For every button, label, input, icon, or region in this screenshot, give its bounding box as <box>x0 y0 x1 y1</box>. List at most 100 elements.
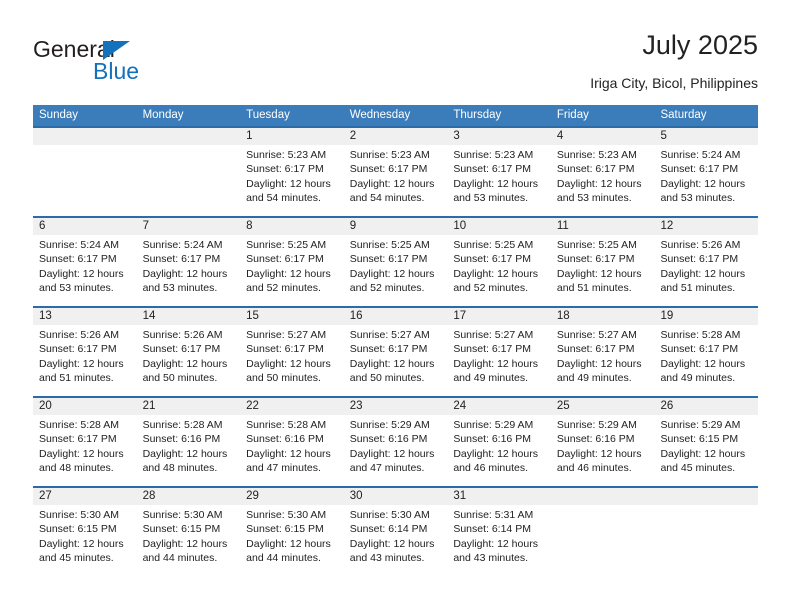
day-number[interactable]: 27 <box>33 488 137 505</box>
day-cell[interactable]: Sunrise: 5:29 AM Sunset: 6:16 PM Dayligh… <box>447 415 551 486</box>
daylight-text-line1: Daylight: 12 hours <box>556 357 642 370</box>
day-number[interactable]: 1 <box>240 128 344 145</box>
day-cell[interactable]: Sunrise: 5:30 AM Sunset: 6:14 PM Dayligh… <box>344 505 448 576</box>
day-cell[interactable]: Sunrise: 5:29 AM Sunset: 6:16 PM Dayligh… <box>344 415 448 486</box>
day-cell[interactable] <box>137 145 241 216</box>
day-number[interactable]: 6 <box>33 218 137 235</box>
day-number[interactable] <box>33 128 137 145</box>
day-number[interactable]: 3 <box>447 128 551 145</box>
day-number[interactable]: 13 <box>33 308 137 325</box>
day-number[interactable]: 19 <box>654 308 758 325</box>
day-number[interactable]: 10 <box>447 218 551 235</box>
day-number[interactable]: 15 <box>240 308 344 325</box>
day-cell[interactable]: Sunrise: 5:29 AM Sunset: 6:15 PM Dayligh… <box>654 415 758 486</box>
day-cell[interactable]: Sunrise: 5:29 AM Sunset: 6:16 PM Dayligh… <box>551 415 655 486</box>
day-cell[interactable]: Sunrise: 5:25 AM Sunset: 6:17 PM Dayligh… <box>240 235 344 306</box>
day-cell[interactable]: Sunrise: 5:24 AM Sunset: 6:17 PM Dayligh… <box>33 235 137 306</box>
day-number[interactable]: 18 <box>551 308 655 325</box>
day-number[interactable]: 17 <box>447 308 551 325</box>
day-cell[interactable]: Sunrise: 5:31 AM Sunset: 6:14 PM Dayligh… <box>447 505 551 576</box>
sunrise-text: Sunrise: 5:28 AM <box>246 419 327 431</box>
weekday-header-monday: Monday <box>142 109 184 121</box>
week-detail-band: Sunrise: 5:26 AM Sunset: 6:17 PM Dayligh… <box>33 325 758 396</box>
day-cell[interactable]: Sunrise: 5:23 AM Sunset: 6:17 PM Dayligh… <box>447 145 551 216</box>
day-number[interactable]: 8 <box>240 218 344 235</box>
daylight-text-line2: and 49 minutes. <box>453 372 529 385</box>
day-cell[interactable]: Sunrise: 5:27 AM Sunset: 6:17 PM Dayligh… <box>447 325 551 396</box>
day-cell[interactable]: Sunrise: 5:25 AM Sunset: 6:17 PM Dayligh… <box>447 235 551 306</box>
day-cell[interactable]: Sunrise: 5:25 AM Sunset: 6:17 PM Dayligh… <box>344 235 448 306</box>
day-number[interactable]: 20 <box>33 398 137 415</box>
day-number[interactable]: 5 <box>654 128 758 145</box>
general-blue-logo[interactable]: General Blue <box>33 36 213 92</box>
day-cell[interactable]: Sunrise: 5:26 AM Sunset: 6:17 PM Dayligh… <box>137 325 241 396</box>
daylight-text-line2: and 51 minutes. <box>39 372 114 385</box>
week-date-band: 1 2 3 4 5 <box>33 128 758 145</box>
day-number[interactable]: 4 <box>551 128 655 145</box>
day-number[interactable]: 7 <box>137 218 241 235</box>
day-number[interactable]: 25 <box>551 398 655 415</box>
day-number[interactable]: 30 <box>344 488 448 505</box>
daylight-text-line2: and 47 minutes. <box>349 462 425 475</box>
day-cell[interactable]: Sunrise: 5:27 AM Sunset: 6:17 PM Dayligh… <box>551 325 655 396</box>
daylight-text-line1: Daylight: 12 hours <box>660 357 746 370</box>
day-number[interactable]: 11 <box>551 218 655 235</box>
page-subtitle-location: Iriga City, Bicol, Philippines <box>590 75 758 91</box>
sunset-text: Sunset: 6:17 PM <box>660 163 739 176</box>
weekday-header-sunday: Sunday <box>39 109 79 121</box>
sunrise-text: Sunrise: 5:31 AM <box>453 509 534 521</box>
day-cell[interactable]: Sunrise: 5:24 AM Sunset: 6:17 PM Dayligh… <box>137 235 241 306</box>
day-cell[interactable]: Sunrise: 5:24 AM Sunset: 6:17 PM Dayligh… <box>654 145 758 216</box>
day-number[interactable]: 23 <box>344 398 448 415</box>
day-number[interactable]: 29 <box>240 488 344 505</box>
day-number[interactable]: 26 <box>654 398 758 415</box>
daylight-text-line2: and 47 minutes. <box>246 462 321 475</box>
day-cell[interactable]: Sunrise: 5:28 AM Sunset: 6:17 PM Dayligh… <box>654 325 758 396</box>
day-number[interactable]: 28 <box>137 488 241 505</box>
daylight-text-line1: Daylight: 12 hours <box>556 447 642 460</box>
day-cell[interactable]: Sunrise: 5:23 AM Sunset: 6:17 PM Dayligh… <box>344 145 448 216</box>
day-cell[interactable]: Sunrise: 5:30 AM Sunset: 6:15 PM Dayligh… <box>33 505 137 576</box>
day-cell[interactable]: Sunrise: 5:30 AM Sunset: 6:15 PM Dayligh… <box>240 505 344 576</box>
day-number[interactable]: 2 <box>344 128 448 145</box>
day-number[interactable] <box>654 488 758 505</box>
calendar-grid: Sunday Monday Tuesday Wednesday Thursday… <box>33 105 758 576</box>
sunrise-text: Sunrise: 5:23 AM <box>246 149 327 161</box>
day-cell[interactable]: Sunrise: 5:28 AM Sunset: 6:16 PM Dayligh… <box>240 415 344 486</box>
day-number[interactable]: 31 <box>447 488 551 505</box>
sunrise-text: Sunrise: 5:25 AM <box>556 239 637 251</box>
day-number[interactable]: 14 <box>137 308 241 325</box>
day-cell[interactable]: Sunrise: 5:26 AM Sunset: 6:17 PM Dayligh… <box>654 235 758 306</box>
day-number[interactable]: 16 <box>344 308 448 325</box>
day-number[interactable]: 12 <box>654 218 758 235</box>
day-number[interactable] <box>551 488 655 505</box>
daylight-text-line1: Daylight: 12 hours <box>246 177 331 190</box>
daylight-text-line1: Daylight: 12 hours <box>142 537 228 550</box>
day-cell[interactable] <box>551 505 655 576</box>
day-cell[interactable]: Sunrise: 5:23 AM Sunset: 6:17 PM Dayligh… <box>240 145 344 216</box>
day-number[interactable]: 21 <box>137 398 241 415</box>
daylight-text-line1: Daylight: 12 hours <box>349 177 435 190</box>
day-number[interactable]: 9 <box>344 218 448 235</box>
day-cell[interactable]: Sunrise: 5:28 AM Sunset: 6:17 PM Dayligh… <box>33 415 137 486</box>
day-cell[interactable]: Sunrise: 5:23 AM Sunset: 6:17 PM Dayligh… <box>551 145 655 216</box>
day-number[interactable]: 22 <box>240 398 344 415</box>
weekday-header-row: Sunday Monday Tuesday Wednesday Thursday… <box>33 105 758 126</box>
daylight-text-line1: Daylight: 12 hours <box>39 357 124 370</box>
daylight-text-line1: Daylight: 12 hours <box>246 537 331 550</box>
day-cell[interactable]: Sunrise: 5:27 AM Sunset: 6:17 PM Dayligh… <box>344 325 448 396</box>
daylight-text-line2: and 53 minutes. <box>142 282 218 295</box>
sunset-text: Sunset: 6:16 PM <box>349 433 428 446</box>
day-cell[interactable] <box>33 145 137 216</box>
daylight-text-line2: and 43 minutes. <box>349 552 425 565</box>
day-cell[interactable] <box>654 505 758 576</box>
day-cell[interactable]: Sunrise: 5:25 AM Sunset: 6:17 PM Dayligh… <box>551 235 655 306</box>
day-cell[interactable]: Sunrise: 5:27 AM Sunset: 6:17 PM Dayligh… <box>240 325 344 396</box>
daylight-text-line1: Daylight: 12 hours <box>660 267 746 280</box>
day-cell[interactable]: Sunrise: 5:28 AM Sunset: 6:16 PM Dayligh… <box>137 415 241 486</box>
day-cell[interactable]: Sunrise: 5:26 AM Sunset: 6:17 PM Dayligh… <box>33 325 137 396</box>
day-cell[interactable]: Sunrise: 5:30 AM Sunset: 6:15 PM Dayligh… <box>137 505 241 576</box>
day-number[interactable] <box>137 128 241 145</box>
daylight-text-line2: and 48 minutes. <box>39 462 114 475</box>
day-number[interactable]: 24 <box>447 398 551 415</box>
